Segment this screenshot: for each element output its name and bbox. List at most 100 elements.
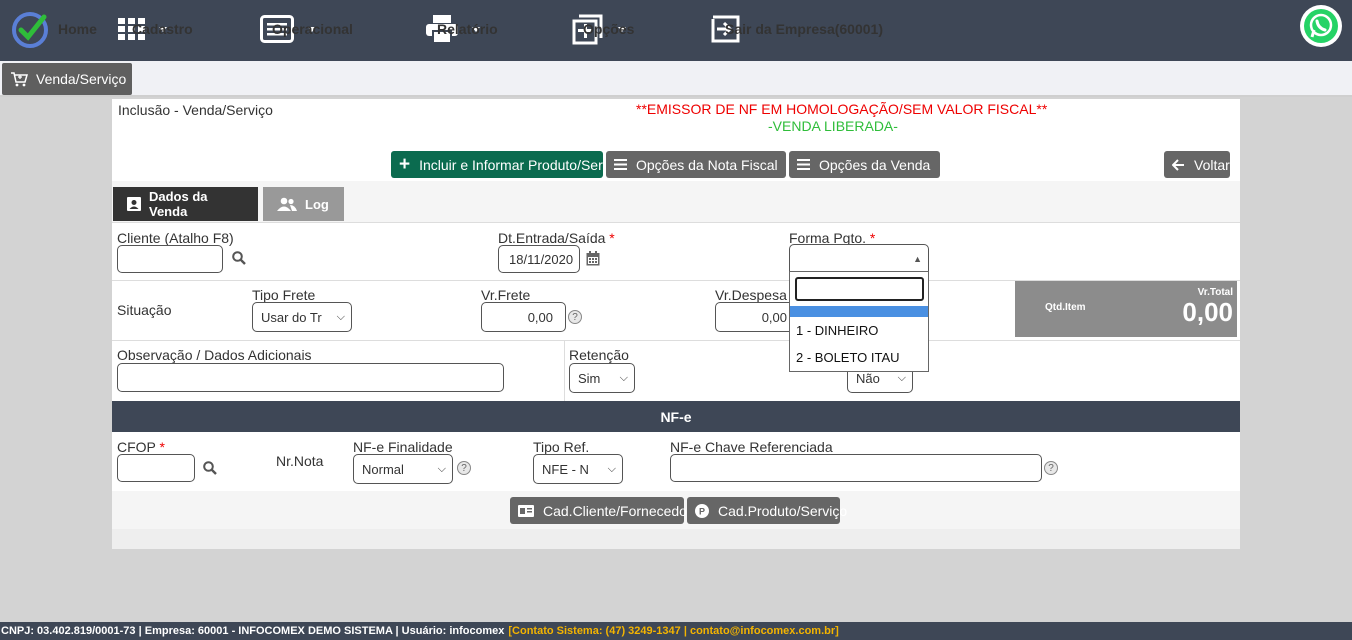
dropdown-option[interactable]: 1 - DINHEIRO — [790, 317, 928, 343]
vr-despesa-label: Vr.Despesa — [715, 287, 787, 303]
cliente-label: Cliente (Atalho F8) — [117, 230, 234, 246]
row-observacao: Observação / Dados Adicionais Retenção S… — [112, 340, 1240, 402]
chave-referenciada-label: NF-e Chave Referenciada — [670, 439, 833, 455]
cad-produto-label: Cad.Produto/Serviço — [718, 502, 848, 519]
triangle-up-icon: ▲ — [913, 253, 922, 264]
tab-dados-venda[interactable]: Dados da Venda — [113, 187, 258, 221]
vr-frete-input[interactable]: 0,00 — [481, 302, 566, 332]
row-frete: Situação Tipo Frete Usar do Tr ⌵ Vr.Fret… — [112, 280, 1240, 340]
chevron-down-icon: ⌵ — [607, 462, 616, 475]
nav-sair-label: Sair da Empresa(60001) — [725, 21, 883, 37]
dt-entrada-value: 18/11/2020 — [509, 251, 574, 267]
opcoes-nota-fiscal-button[interactable]: Opções da Nota Fiscal — [606, 151, 797, 178]
nfe-section-header: NF-e — [112, 401, 1240, 433]
chave-referenciada-input[interactable] — [670, 454, 1042, 482]
help-icon[interactable]: ? — [457, 461, 471, 475]
nao-value: Não — [856, 370, 880, 386]
footer-contact[interactable]: [Contato Sistema: (47) 3249-1347 | conta… — [508, 625, 838, 637]
main-panel: Inclusão - Venda/Serviço **EMISSOR DE NF… — [112, 99, 1240, 549]
retencao-label: Retenção — [569, 347, 629, 363]
plus-icon: + — [399, 153, 411, 175]
vr-frete-label: Vr.Frete — [481, 287, 531, 303]
contact-card-icon — [127, 197, 141, 211]
search-icon[interactable] — [232, 251, 246, 265]
nav-cadastro[interactable]: Cadastro — [118, 0, 193, 58]
retencao-select[interactable]: Sim ⌵ — [569, 363, 635, 393]
cliente-input[interactable] — [117, 245, 223, 273]
nr-nota-label: Nr.Nota — [276, 453, 324, 469]
chevron-down-icon: ⌵ — [336, 310, 345, 323]
nfe-finalidade-select[interactable]: Normal ⌵ — [353, 454, 453, 484]
nav-sair[interactable]: Sair da Empresa(60001) — [711, 0, 883, 58]
qtd-item-label: Qtd.Item — [1045, 302, 1086, 313]
opcoes-venda-button[interactable]: Opções da Venda — [789, 151, 950, 178]
homologation-warning: **EMISSOR DE NF EM HOMOLOGAÇÃO/SEM VALOR… — [636, 101, 1048, 117]
nav-relatorio-label: Relatório — [437, 21, 498, 37]
incluir-produto-button[interactable]: + Incluir e Informar Produto/Serv. — [391, 151, 613, 178]
dt-entrada-input[interactable]: 18/11/2020 — [498, 245, 580, 273]
chevron-down-icon: ⌵ — [897, 371, 906, 384]
logo-icon[interactable] — [11, 11, 49, 49]
calendar-icon[interactable] — [586, 251, 600, 266]
nav-opcoes[interactable]: Opções — [572, 0, 634, 58]
menu-icon — [614, 159, 627, 170]
search-icon[interactable] — [203, 461, 217, 475]
menu-icon — [797, 159, 810, 170]
forma-pgto-dropdown: 1 - DINHEIRO 2 - BOLETO ITAU — [789, 271, 929, 372]
nfe-finalidade-value: Normal — [362, 461, 404, 477]
secondary-tabbar: Venda/Serviço — [0, 61, 1352, 97]
footer-info: CNPJ: 03.402.819/0001-73 | Empresa: 6000… — [1, 625, 505, 637]
panel-footer — [112, 529, 1240, 549]
retencao-value: Sim — [578, 370, 601, 386]
incluir-produto-label: Incluir e Informar Produto/Serv. — [419, 156, 613, 173]
top-navbar: Home Cadastro Operacional Relatório Opçõ… — [0, 0, 1352, 61]
situacao-label: Situação — [117, 302, 172, 318]
arrow-left-icon — [1172, 158, 1185, 171]
help-icon[interactable]: ? — [568, 310, 582, 324]
nav-opcoes-label: Opções — [583, 21, 635, 37]
voltar-label: Voltar — [1194, 156, 1230, 173]
dt-entrada-label: Dt.Entrada/Saída * — [498, 230, 615, 246]
cad-cliente-label: Cad.Cliente/Fornecedor — [543, 502, 692, 519]
dropdown-search-input[interactable] — [795, 277, 924, 301]
cfop-label: CFOP * — [117, 439, 165, 455]
tipo-ref-select[interactable]: NFE - N ⌵ — [533, 454, 623, 484]
cfop-input[interactable] — [117, 454, 195, 482]
totals-box: Qtd.Item Vr.Total 0,00 — [1015, 281, 1237, 337]
observacao-textarea[interactable] — [117, 363, 504, 392]
chevron-down-icon: ⌵ — [437, 462, 446, 475]
cad-produto-button[interactable]: P Cad.Produto/Serviço — [687, 497, 847, 524]
chevron-down-icon — [941, 162, 950, 167]
product-circle-icon: P — [695, 503, 709, 518]
nav-operacional-label: Operacional — [272, 21, 353, 37]
voltar-button[interactable]: Voltar — [1164, 151, 1230, 178]
id-card-icon — [518, 504, 534, 517]
users-icon — [277, 197, 297, 211]
nav-relatorio[interactable]: Relatório — [426, 0, 498, 58]
row-nfe: CFOP * Nr.Nota NF-e Finalidade Normal ⌵ … — [112, 432, 1240, 491]
chevron-down-icon: ⌵ — [619, 371, 628, 384]
nav-cadastro-label: Cadastro — [132, 21, 193, 37]
svg-text:P: P — [699, 506, 705, 516]
whatsapp-icon[interactable] — [1300, 5, 1342, 47]
cart-icon — [10, 71, 28, 87]
help-icon[interactable]: ? — [1044, 461, 1058, 475]
sale-status: -VENDA LIBERADA- — [768, 118, 898, 134]
tipo-frete-label: Tipo Frete — [252, 287, 316, 303]
tipo-frete-select[interactable]: Usar do Tr ⌵ — [252, 302, 352, 332]
vr-despesa-value: 0,00 — [761, 309, 787, 325]
nav-home-label: Home — [58, 21, 97, 37]
vr-despesa-input[interactable]: 0,00 — [715, 302, 800, 332]
forma-pgto-select[interactable]: ▲ — [789, 244, 929, 273]
tab-log-label: Log — [305, 196, 329, 212]
vr-total-value: 0,00 — [1182, 297, 1233, 327]
dropdown-option-empty[interactable] — [790, 306, 928, 317]
tipo-frete-value: Usar do Tr — [261, 309, 322, 325]
tipo-ref-label: Tipo Ref. — [533, 439, 590, 455]
nav-operacional[interactable]: Operacional — [260, 0, 353, 58]
tab-venda-servico-label: Venda/Serviço — [36, 71, 127, 87]
tab-venda-servico[interactable]: Venda/Serviço — [2, 63, 133, 95]
cad-cliente-button[interactable]: Cad.Cliente/Fornecedor — [510, 497, 692, 524]
dropdown-option[interactable]: 2 - BOLETO ITAU — [790, 344, 928, 370]
tab-log[interactable]: Log — [263, 187, 344, 221]
